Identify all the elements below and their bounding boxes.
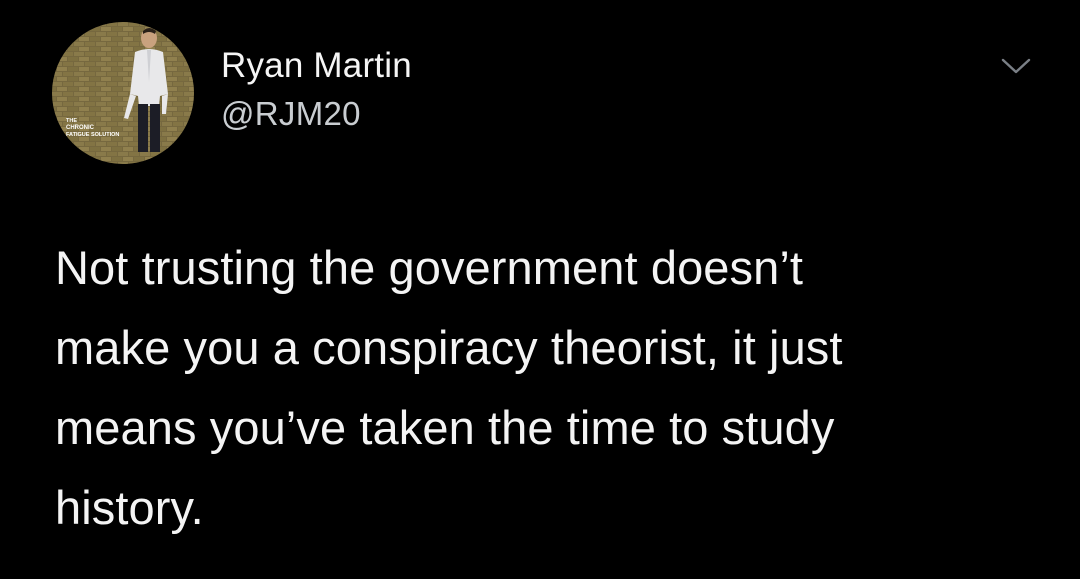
tweet-text-line: history. bbox=[55, 481, 204, 534]
avatar-text-line-2: CHRONIC bbox=[66, 125, 95, 131]
tweet-text-line: make you a conspiracy theorist, it just bbox=[55, 321, 843, 374]
more-options-button[interactable] bbox=[996, 48, 1036, 84]
author-block: Ryan Martin @RJM20 bbox=[221, 44, 412, 134]
tweet-card: THE CHRONIC FATIGUE SOLUTION Ryan Martin… bbox=[0, 0, 1080, 579]
tweet-text-line: Not trusting the government doesn’t bbox=[55, 241, 804, 294]
avatar[interactable]: THE CHRONIC FATIGUE SOLUTION bbox=[52, 22, 194, 164]
avatar-text-line-1: THE bbox=[66, 118, 77, 124]
avatar-photo: THE CHRONIC FATIGUE SOLUTION bbox=[52, 22, 194, 164]
tweet-text: Not trusting the government doesn’t make… bbox=[55, 228, 1045, 548]
author-handle[interactable]: @RJM20 bbox=[221, 94, 412, 134]
avatar-text-line-3: FATIGUE SOLUTION bbox=[66, 132, 119, 138]
author-display-name[interactable]: Ryan Martin bbox=[221, 44, 412, 88]
chevron-down-icon bbox=[1001, 58, 1031, 74]
tweet-text-line: means you’ve taken the time to study bbox=[55, 401, 835, 454]
